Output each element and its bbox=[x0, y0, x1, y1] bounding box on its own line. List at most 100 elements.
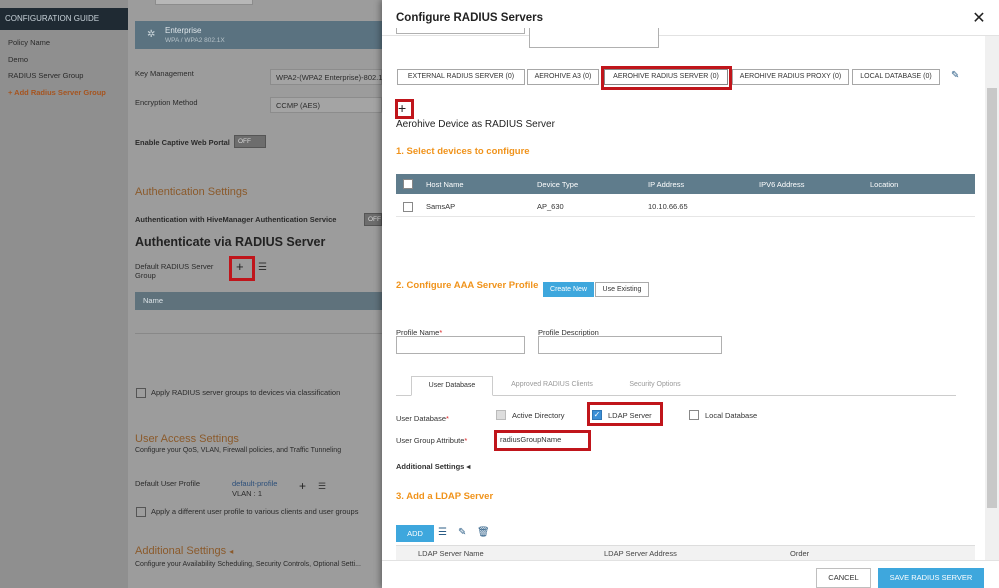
scrolled-textarea[interactable] bbox=[529, 28, 659, 48]
user-group-attr-text: User Group Attribute bbox=[396, 436, 465, 445]
user-access-desc: Configure your QoS, VLAN, Firewall polic… bbox=[135, 447, 342, 454]
col-device-type: Device Type bbox=[537, 180, 579, 189]
local-database-checkbox[interactable] bbox=[689, 410, 699, 420]
configure-radius-modal: Configure RADIUS Servers ✕ EXTERNAL RADI… bbox=[382, 0, 999, 588]
scrolled-input[interactable] bbox=[396, 28, 525, 34]
device-heading: Aerohive Device as RADIUS Server bbox=[396, 119, 555, 130]
highlight-ldap bbox=[587, 402, 663, 426]
modal-footer: CANCEL SAVE RADIUS SERVER bbox=[382, 560, 999, 588]
close-icon[interactable]: ✕ bbox=[972, 11, 986, 27]
save-radius-server-button[interactable]: SAVE RADIUS SERVER bbox=[878, 568, 984, 588]
col-order: Order bbox=[790, 549, 810, 558]
left-nav: CONFIGURATION GUIDE Policy Name Demo RAD… bbox=[0, 0, 128, 588]
hivemanager-auth-toggle[interactable]: OFF bbox=[364, 213, 382, 226]
caret-left-icon: ◂ bbox=[466, 462, 471, 471]
highlight-group-attr bbox=[494, 430, 591, 451]
highlight-add-group bbox=[229, 256, 255, 281]
wifi-icon: ✲ bbox=[147, 29, 156, 40]
edit-icon[interactable]: ✎ bbox=[951, 70, 959, 81]
scroll-thumb[interactable] bbox=[987, 88, 997, 508]
nav-item-policy-name[interactable]: Policy Name bbox=[8, 38, 50, 47]
row-checkbox[interactable] bbox=[403, 202, 413, 212]
list-icon[interactable]: ☰ bbox=[318, 481, 326, 492]
nav-item-demo[interactable]: Demo bbox=[8, 55, 28, 64]
active-directory-checkbox[interactable] bbox=[496, 410, 506, 420]
apply-profile-label: Apply a different user profile to variou… bbox=[151, 507, 359, 516]
device-table-header: Host Name Device Type IP Address IPV6 Ad… bbox=[396, 174, 975, 194]
tab-user-database[interactable]: User Database bbox=[411, 376, 493, 396]
profile-desc-input[interactable] bbox=[538, 336, 722, 354]
group-table-header: Name bbox=[135, 292, 382, 310]
ssid-tab-card[interactable]: ✲ Enterprise WPA / WPA2 802.1X bbox=[135, 21, 382, 49]
cell-ip: 10.10.66.65 bbox=[648, 202, 688, 211]
default-profile-label: Default User Profile bbox=[135, 479, 201, 488]
additional-settings-toggle[interactable]: Additional Settings ◂ bbox=[396, 462, 470, 471]
col-location: Location bbox=[870, 180, 899, 189]
additional-settings-heading: Additional Settings ◂ bbox=[135, 545, 233, 557]
step1-heading: 1. Select devices to configure bbox=[396, 146, 530, 157]
modal-title: Configure RADIUS Servers bbox=[396, 12, 543, 24]
additional-settings-title: Additional Settings bbox=[135, 545, 227, 557]
user-group-attr-label: User Group Attribute* bbox=[396, 436, 468, 445]
captive-portal-toggle[interactable]: OFF bbox=[234, 135, 266, 148]
col-ldap-name: LDAP Server Name bbox=[418, 549, 484, 558]
key-mgmt-select[interactable]: WPA2-(WPA2 Enterprise)-802.1... bbox=[270, 69, 389, 85]
cell-type: AP_630 bbox=[537, 202, 564, 211]
hivemanager-auth-label: Authentication with HiveManager Authenti… bbox=[135, 215, 337, 224]
list-icon[interactable]: ☰ bbox=[258, 262, 267, 273]
profile-name-input[interactable] bbox=[396, 336, 525, 354]
encryption-value: CCMP (AES) bbox=[276, 101, 321, 110]
apply-groups-label: Apply RADIUS server groups to devices vi… bbox=[151, 388, 341, 397]
additional-settings-desc: Configure your Availability Scheduling, … bbox=[135, 561, 361, 568]
default-group-label-2: Group bbox=[135, 271, 156, 280]
top-tab[interactable] bbox=[155, 0, 253, 5]
nav-header: CONFIGURATION GUIDE bbox=[0, 8, 128, 30]
list-icon[interactable]: ☰ bbox=[438, 527, 447, 538]
apply-groups-checkbox[interactable] bbox=[136, 388, 146, 398]
active-directory-label: Active Directory bbox=[512, 411, 565, 420]
encryption-label: Encryption Method bbox=[135, 98, 198, 107]
ldap-table-header: LDAP Server Name LDAP Server Address Ord… bbox=[396, 545, 975, 560]
encryption-select[interactable]: CCMP (AES) bbox=[270, 97, 382, 113]
edit-icon[interactable]: ✎ bbox=[458, 527, 466, 538]
cancel-button[interactable]: CANCEL bbox=[816, 568, 871, 588]
add-ldap-button[interactable]: ADD bbox=[396, 525, 434, 542]
tab-aerohive-radius-proxy[interactable]: AEROHIVE RADIUS PROXY (0) bbox=[732, 69, 849, 85]
col-ip-address: IP Address bbox=[648, 180, 685, 189]
vlan-label: VLAN : 1 bbox=[232, 489, 263, 498]
tab-aerohive-a3[interactable]: AEROHIVE A3 (0) bbox=[527, 69, 599, 85]
divider bbox=[135, 333, 382, 334]
auth-via-radius-heading: Authenticate via RADIUS Server bbox=[135, 235, 326, 249]
default-profile-link[interactable]: default-profile bbox=[232, 479, 277, 488]
apply-profile-checkbox[interactable] bbox=[136, 507, 146, 517]
user-database-label: User Database* bbox=[396, 414, 449, 423]
add-radius-group-link[interactable]: + Add Radius Server Group bbox=[8, 88, 106, 97]
step2-heading: 2. Configure AAA Server Profile bbox=[396, 280, 539, 291]
table-row[interactable]: SamsAP AP_630 10.10.66.65 bbox=[396, 196, 975, 217]
highlight-radius-tab bbox=[601, 66, 732, 90]
select-all-checkbox[interactable] bbox=[403, 179, 413, 189]
key-mgmt-label: Key Management bbox=[135, 69, 194, 78]
ssid-subtitle: WPA / WPA2 802.1X bbox=[165, 37, 225, 44]
step3-heading: 3. Add a LDAP Server bbox=[396, 491, 494, 502]
nav-item-radius-group[interactable]: RADIUS Server Group bbox=[8, 71, 83, 80]
captive-portal-label: Enable Captive Web Portal bbox=[135, 138, 230, 147]
user-access-heading: User Access Settings bbox=[135, 433, 239, 445]
tab-external-radius[interactable]: EXTERNAL RADIUS SERVER (0) bbox=[397, 69, 525, 85]
modal-scrollbar[interactable] bbox=[985, 36, 999, 560]
auth-settings-heading: Authentication Settings bbox=[135, 186, 248, 198]
plus-icon[interactable]: + bbox=[299, 479, 306, 493]
tab-local-database[interactable]: LOCAL DATABASE (0) bbox=[852, 69, 940, 85]
additional-settings-text: Additional Settings bbox=[396, 462, 465, 471]
name-col-header: Name bbox=[143, 296, 164, 305]
key-mgmt-value: WPA2-(WPA2 Enterprise)-802.1... bbox=[276, 73, 389, 82]
local-database-label: Local Database bbox=[705, 411, 758, 420]
use-existing-button[interactable]: Use Existing bbox=[595, 282, 649, 297]
tab-approved-clients[interactable]: Approved RADIUS Clients bbox=[502, 376, 602, 396]
tab-security-options[interactable]: Security Options bbox=[620, 376, 690, 396]
user-database-text: User Database bbox=[396, 414, 447, 423]
trash-icon[interactable]: 🗑 bbox=[477, 527, 490, 538]
create-new-button[interactable]: Create New bbox=[543, 282, 594, 297]
cell-host: SamsAP bbox=[426, 202, 456, 211]
caret-left-icon[interactable]: ◂ bbox=[229, 547, 233, 556]
